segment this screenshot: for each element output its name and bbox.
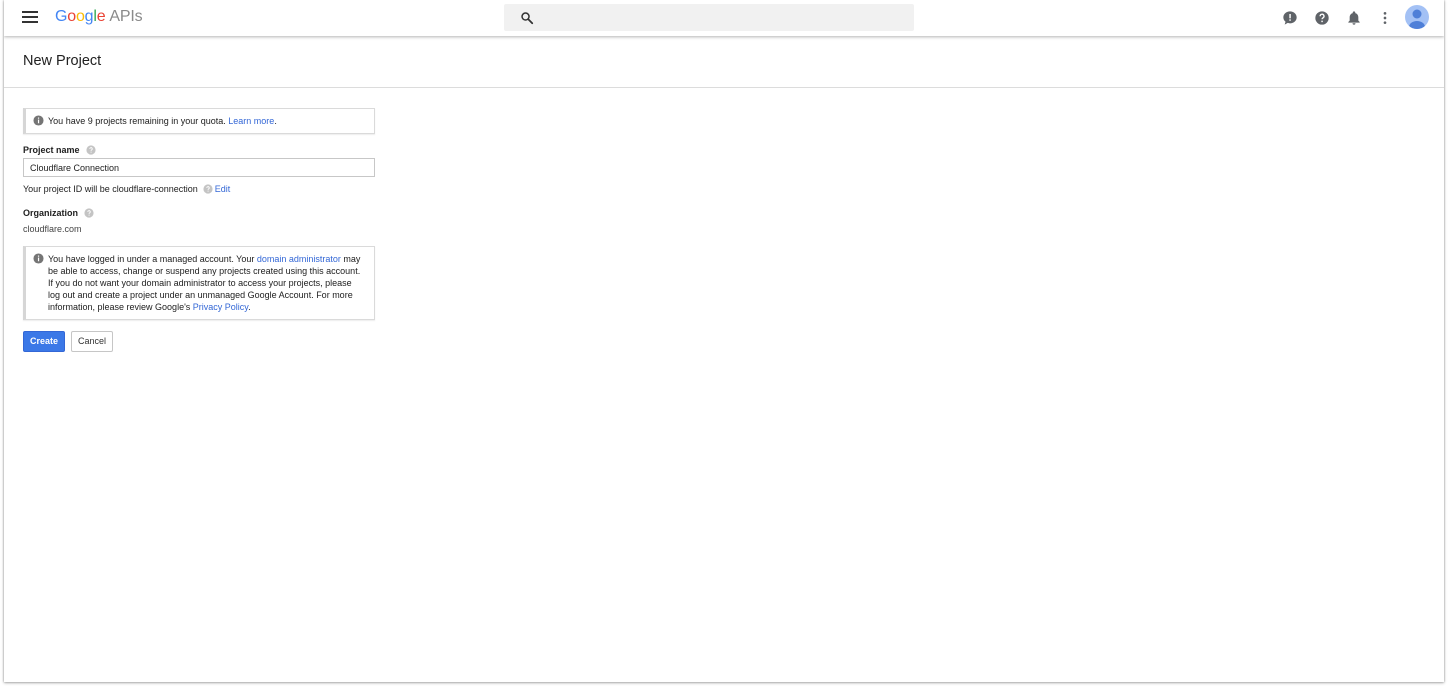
domain-administrator-link[interactable]: domain administrator — [257, 254, 341, 264]
search-icon[interactable] — [520, 11, 534, 25]
more-vert-icon[interactable] — [1377, 10, 1393, 26]
google-apis-logo[interactable]: Google APIs — [55, 8, 143, 26]
help-circle-icon[interactable] — [203, 184, 213, 194]
menu-icon[interactable] — [22, 11, 38, 24]
avatar[interactable] — [1405, 5, 1429, 29]
new-project-form: You have 9 projects remaining in your qu… — [23, 108, 383, 352]
managed-notice-text-3: . — [248, 302, 251, 312]
project-name-label: Project name — [23, 145, 383, 155]
top-app-bar: Google APIs — [4, 0, 1444, 36]
learn-more-link[interactable]: Learn more — [228, 116, 274, 126]
search-bar[interactable] — [504, 4, 914, 31]
notifications-icon[interactable] — [1346, 10, 1362, 26]
info-icon — [33, 253, 44, 264]
feedback-icon[interactable] — [1282, 10, 1298, 26]
quota-text: You have 9 projects remaining in your qu… — [48, 116, 229, 126]
quota-text-suffix: . — [274, 116, 277, 126]
project-id-text: Your project ID will be cloudflare-conne… — [23, 184, 198, 194]
privacy-policy-link[interactable]: Privacy Policy — [193, 302, 248, 312]
info-icon — [33, 115, 44, 126]
quota-info-box: You have 9 projects remaining in your qu… — [23, 108, 375, 134]
create-button[interactable]: Create — [23, 331, 66, 352]
managed-notice-text: You have logged in under a managed accou… — [48, 254, 257, 264]
project-name-label-text: Project name — [23, 145, 80, 155]
help-circle-icon[interactable] — [84, 208, 94, 218]
project-name-input[interactable] — [23, 158, 375, 177]
project-id-line: Your project ID will be cloudflare-conne… — [23, 184, 383, 194]
edit-project-id-link[interactable]: Edit — [215, 184, 231, 194]
organization-value: cloudflare.com — [23, 224, 82, 234]
help-circle-icon[interactable] — [85, 145, 96, 155]
help-icon[interactable] — [1314, 10, 1330, 26]
browser-window: Google APIs New Project You have 9 proje… — [4, 0, 1444, 682]
page-title: New Project — [23, 53, 102, 69]
account-icon — [1409, 9, 1425, 29]
organization-label-text: Organization — [23, 208, 79, 218]
form-actions: Create Cancel — [23, 331, 383, 352]
page-header: New Project — [4, 36, 1444, 88]
organization-label: Organization — [23, 208, 383, 218]
cancel-button[interactable]: Cancel — [71, 331, 114, 352]
managed-account-notice: You have logged in under a managed accou… — [23, 246, 375, 320]
